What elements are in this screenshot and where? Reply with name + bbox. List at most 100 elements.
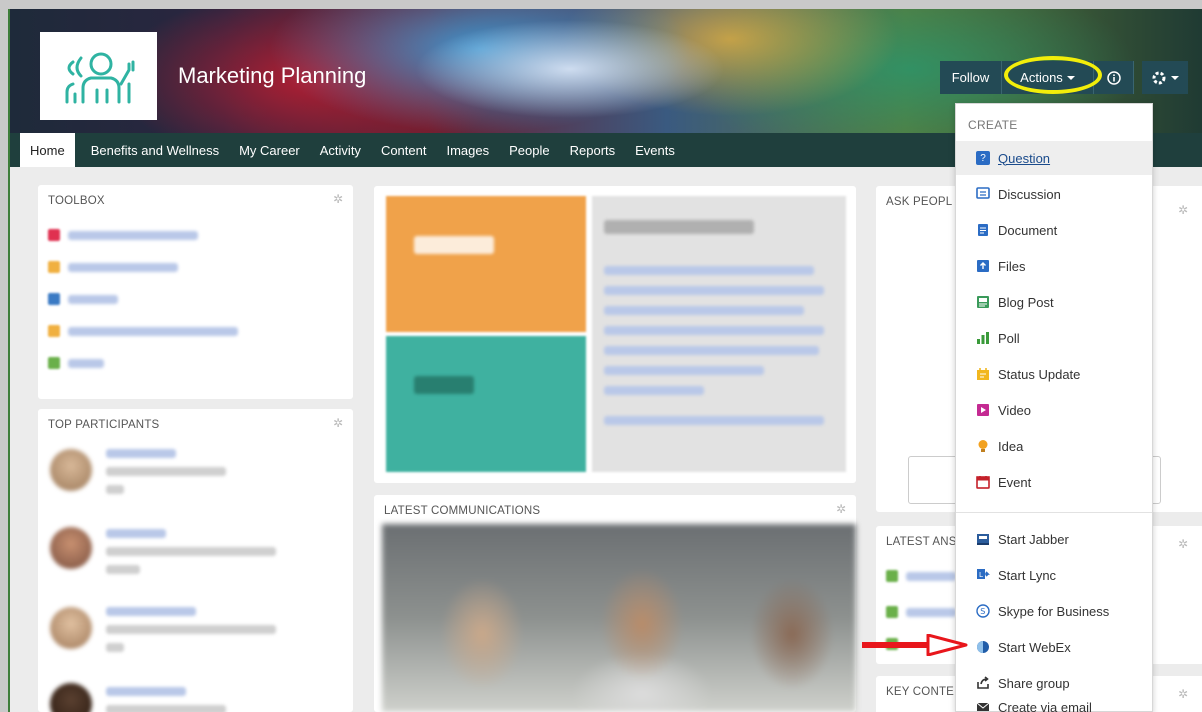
- link-icon: [48, 229, 60, 241]
- participant-name[interactable]: [106, 687, 186, 696]
- card-settings-icon[interactable]: ✲: [1178, 204, 1190, 216]
- link-icon: [48, 357, 60, 369]
- participant-title: [106, 467, 226, 476]
- actions-button[interactable]: Actions: [1002, 61, 1094, 94]
- link-icon: [48, 261, 60, 273]
- link-icon: [48, 293, 60, 305]
- nav-item-my-career[interactable]: My Career: [239, 133, 314, 167]
- menu-item-discussion[interactable]: Discussion: [956, 177, 1152, 211]
- card-settings-icon[interactable]: ✲: [1178, 538, 1190, 550]
- caret-down-icon: [1066, 75, 1075, 80]
- featured-link[interactable]: [604, 416, 824, 425]
- answer-link[interactable]: [906, 572, 956, 581]
- gear-icon: [1152, 71, 1166, 84]
- featured-link[interactable]: [604, 386, 704, 395]
- featured-link[interactable]: [604, 286, 824, 295]
- avatar[interactable]: [50, 683, 92, 712]
- nav-item-events[interactable]: Events: [635, 133, 689, 167]
- participant-title: [106, 625, 276, 634]
- menu-item-question[interactable]: ? Question: [956, 141, 1152, 175]
- menu-item-start-lync[interactable]: L Start Lync: [956, 558, 1152, 592]
- featured-link[interactable]: [604, 266, 814, 275]
- participant-title: [106, 705, 226, 712]
- featured-link[interactable]: [604, 346, 819, 355]
- page: Marketing Planning Follow Actions Home B…: [8, 9, 1202, 712]
- event-icon: [976, 476, 990, 489]
- info-icon: [1106, 70, 1121, 85]
- menu-item-start-jabber[interactable]: Start Jabber: [956, 522, 1152, 556]
- card-settings-icon[interactable]: ✲: [1178, 688, 1190, 700]
- discussion-icon: [976, 187, 990, 199]
- info-button[interactable]: [1094, 61, 1134, 94]
- follow-button[interactable]: Follow: [940, 61, 1002, 94]
- featured-link[interactable]: [604, 326, 824, 335]
- nav-item-images[interactable]: Images: [446, 133, 503, 167]
- toolbox-link[interactable]: [68, 359, 104, 368]
- toolbox-link[interactable]: [68, 263, 178, 272]
- latest-communications-title: LATEST COMMUNICATIONS: [384, 505, 541, 517]
- status-update-icon: [977, 368, 989, 380]
- actions-dropdown-menu: CREATE ? Question Discussion Document Fi…: [955, 103, 1153, 712]
- menu-item-skype-for-business[interactable]: S Skype for Business: [956, 594, 1152, 628]
- menu-item-start-webex[interactable]: Start WebEx: [956, 630, 1152, 664]
- featured-link[interactable]: [604, 306, 804, 315]
- create-section-header: CREATE: [968, 118, 1018, 132]
- menu-item-blog-post[interactable]: Blog Post: [956, 285, 1152, 319]
- svg-text:L: L: [979, 571, 983, 579]
- menu-item-idea[interactable]: Idea: [956, 429, 1152, 463]
- top-participants-title: TOP PARTICIPANTS: [48, 419, 160, 431]
- people-group-icon: [65, 52, 134, 104]
- settings-button[interactable]: [1142, 61, 1188, 94]
- menu-item-share-group[interactable]: Share group: [956, 666, 1152, 700]
- nav-item-benefits[interactable]: Benefits and Wellness: [91, 133, 233, 167]
- avatar[interactable]: [50, 449, 92, 491]
- participant-title: [106, 547, 276, 556]
- toolbox-link[interactable]: [68, 327, 238, 336]
- email-icon: [976, 702, 990, 711]
- featured-tile-teal[interactable]: [386, 336, 586, 472]
- participant-name[interactable]: [106, 529, 166, 538]
- toolbox-link[interactable]: [68, 295, 118, 304]
- video-icon: [977, 404, 989, 416]
- featured-panel-heading: [604, 220, 754, 234]
- menu-item-status-update[interactable]: Status Update: [956, 357, 1152, 391]
- menu-item-video[interactable]: Video: [956, 393, 1152, 427]
- participant-points: [106, 565, 140, 574]
- nav-item-people[interactable]: People: [509, 133, 563, 167]
- files-icon: [977, 260, 989, 272]
- lync-icon: L: [977, 569, 990, 579]
- menu-item-document[interactable]: Document: [956, 213, 1152, 247]
- skype-icon: S: [976, 604, 990, 618]
- ask-people-title: ASK PEOPL: [886, 196, 953, 208]
- featured-tile-orange[interactable]: [386, 196, 586, 332]
- menu-item-files[interactable]: Files: [956, 249, 1152, 283]
- avatar[interactable]: [50, 607, 92, 649]
- card-settings-icon[interactable]: ✲: [333, 417, 345, 429]
- document-icon: [978, 224, 988, 236]
- participant-points: [106, 485, 124, 494]
- toolbox-link[interactable]: [68, 231, 198, 240]
- menu-separator: [956, 512, 1152, 513]
- featured-link[interactable]: [604, 366, 764, 375]
- toolbox-title: TOOLBOX: [48, 195, 105, 207]
- participant-name[interactable]: [106, 449, 176, 458]
- answer-icon: [886, 570, 898, 582]
- card-settings-icon[interactable]: ✲: [836, 503, 848, 515]
- nav-item-content[interactable]: Content: [381, 133, 441, 167]
- menu-item-event[interactable]: Event: [956, 465, 1152, 499]
- nav-item-activity[interactable]: Activity: [320, 133, 375, 167]
- menu-item-create-via-email[interactable]: Create via email: [956, 700, 1152, 712]
- link-icon: [48, 325, 60, 337]
- actions-button-label: Actions: [1020, 70, 1063, 85]
- blog-post-icon: [977, 296, 989, 308]
- communication-photo[interactable]: [382, 524, 856, 712]
- menu-item-poll[interactable]: Poll: [956, 321, 1152, 355]
- nav-item-home[interactable]: Home: [20, 133, 75, 167]
- share-icon: [977, 676, 989, 689]
- nav-item-reports[interactable]: Reports: [570, 133, 630, 167]
- header-button-group: Follow Actions: [940, 61, 1188, 94]
- answer-link[interactable]: [906, 608, 956, 617]
- avatar[interactable]: [50, 527, 92, 569]
- participant-name[interactable]: [106, 607, 196, 616]
- card-settings-icon[interactable]: ✲: [333, 193, 345, 205]
